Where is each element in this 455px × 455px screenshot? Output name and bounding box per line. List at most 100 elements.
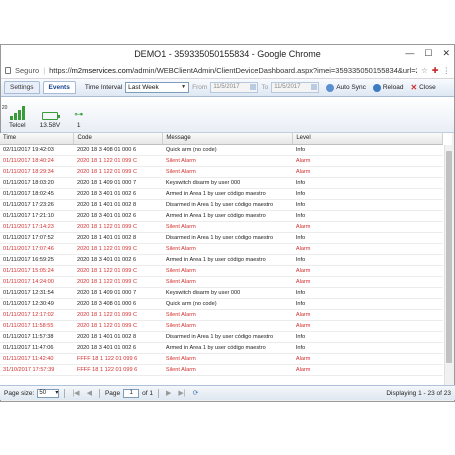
cell-code: 2020 18 3 401 01 002 6 [73,210,163,222]
table-row[interactable]: 01/11/2017 17:07:46 2020 18 1 122 01 099 … [0,243,443,255]
cell-code: FFFF 18 1 122 01 099 6 [73,353,163,365]
refresh-icon[interactable]: ⟳ [191,389,201,397]
cell-level: Info [292,298,443,310]
cell-code: 2020 18 3 408 01 000 6 [73,298,163,310]
window-title: DEMO1 - 359335050155834 - Google Chrome [134,49,321,59]
separator [64,388,66,398]
cell-code: 2020 18 1 401 01 002 8 [73,331,163,343]
reload-label: Reload [382,84,404,91]
calendar-icon[interactable] [250,84,257,90]
column-header-message[interactable]: Message [162,133,294,145]
vertical-scrollbar[interactable] [444,145,452,385]
close-window-button[interactable]: ✕ [442,48,450,59]
table-row[interactable]: 01/11/2017 11:57:38 2020 18 1 401 01 002 … [0,331,443,343]
table-row[interactable]: 01/11/2017 18:29:34 2020 18 1 122 01 099 … [0,166,443,178]
table-row[interactable]: 01/11/2017 17:07:52 2020 18 1 401 01 002 … [0,232,443,244]
cell-code: 2020 18 1 401 01 002 8 [73,199,163,211]
table-row[interactable]: 31/10/2017 17:57:39 FFFF 18 1 122 01 099 … [0,364,443,376]
cell-level: Alarm [292,155,443,167]
extension-icon[interactable]: ✚ [432,66,439,75]
to-date-field[interactable]: 11/5/2017 [271,82,320,93]
cell-message: Keyswitch disarm by user 000 [162,177,293,189]
chevron-down-icon: ▼ [181,84,187,90]
menu-icon[interactable]: ⋮ [443,66,451,75]
cell-time: 01/11/2017 17:07:46 [0,243,74,255]
page-number-input[interactable]: 1 [123,388,140,398]
time-interval-label: Time Interval [84,84,123,91]
cell-time: 01/11/2017 12:17:02 [0,309,74,321]
table-row[interactable]: 01/11/2017 12:31:54 2020 18 1 409 01 000 … [0,287,443,299]
table-row[interactable]: 01/11/2017 11:47:06 2020 18 3 401 01 002 … [0,342,443,354]
column-header-level[interactable]: Level [292,133,443,145]
cell-message: Quick arm (no code) [162,298,293,310]
from-label: From [192,84,208,91]
separator [98,388,100,398]
cell-message: Keyswitch disarm by user 000 [162,287,293,299]
column-header-code[interactable]: Code [73,133,164,145]
table-row[interactable]: 01/11/2017 18:02:45 2020 18 3 401 01 002 … [0,188,443,200]
table-row[interactable]: 01/11/2017 11:42:40 FFFF 18 1 122 01 099 … [0,353,443,365]
tab-events[interactable]: Events [42,81,76,94]
to-date-value: 11/5/2017 [274,84,301,90]
table-row[interactable]: 02/11/2017 19:42:03 2020 18 3 408 01 000 … [0,144,443,156]
first-page-icon[interactable]: |◀ [70,389,81,397]
cell-time: 01/11/2017 17:23:26 [0,199,74,211]
close-icon: ✕ [410,83,418,92]
displaying-text: Displaying 1 - 23 of 23 [386,389,451,397]
table-row[interactable]: 01/11/2017 15:05:24 2020 18 1 122 01 099 … [0,265,443,277]
page-of-label: of 1 [142,389,153,397]
cell-message: Quick arm (no code) [162,144,293,156]
reload-button[interactable]: Reload [372,83,404,92]
calendar-icon[interactable] [311,84,318,90]
cell-message: Armed in Area 1 by user código maestro [162,254,293,266]
cell-message: Silent Alarm [162,309,293,321]
table-row[interactable]: 01/11/2017 17:23:26 2020 18 1 401 01 002 … [0,199,443,211]
url-text[interactable]: https://m2mservices.com/admin/WEBClientA… [49,66,417,75]
table-row[interactable]: 01/11/2017 14:24:00 2020 18 1 122 01 099 … [0,276,443,288]
cell-code: 2020 18 1 122 01 099 C [73,320,163,332]
auto-sync-button[interactable]: Auto Sync [326,83,366,92]
cell-level: Info [292,287,443,299]
column-header-time[interactable]: Time [0,133,75,145]
battery-icon [41,112,60,120]
cell-code: 2020 18 3 401 01 002 6 [73,188,163,200]
signal-level: 20 [1,105,8,111]
cell-time: 01/11/2017 17:21:10 [0,210,74,222]
table-row[interactable]: 01/11/2017 18:40:24 2020 18 1 122 01 099 … [0,155,443,167]
cell-message: Silent Alarm [162,265,293,277]
table-row[interactable]: 01/11/2017 12:17:02 2020 18 1 122 01 099 … [0,309,443,321]
address-bar[interactable]: Seguro | https://m2mservices.com/admin/W… [1,63,454,79]
tab-settings[interactable]: Settings [4,81,40,94]
cell-time: 01/11/2017 17:07:52 [0,232,74,244]
close-button[interactable]: ✕ Close [410,83,435,92]
table-row[interactable]: 01/11/2017 11:58:55 2020 18 1 122 01 099 … [0,320,443,332]
from-date-field[interactable]: 11/5/2017 [210,82,259,93]
table-row[interactable]: 01/11/2017 12:30:49 2020 18 3 408 01 000 … [0,298,443,310]
cell-level: Info [292,210,443,222]
cell-time: 01/11/2017 11:58:55 [0,320,74,332]
scrollbar-thumb[interactable] [446,151,452,363]
cell-message: Armed in Area 1 by user código maestro [162,188,293,200]
cell-message: Silent Alarm [162,276,293,288]
maximize-button[interactable]: ☐ [424,48,432,59]
table-row[interactable]: 01/11/2017 18:03:20 2020 18 1 409 01 000 … [0,177,443,189]
page-size-select[interactable]: 50 [37,388,60,398]
time-interval-select[interactable]: Last Week ▼ [125,82,190,93]
prev-page-icon[interactable]: ◀ [85,389,94,397]
cell-code: 2020 18 3 401 01 002 6 [73,254,163,266]
table-header-row: Time Code Message Level [0,133,443,145]
cell-level: Alarm [292,243,443,255]
table-row[interactable]: 01/11/2017 17:14:23 2020 18 1 122 01 099 … [0,221,443,233]
close-label: Close [419,84,436,91]
cell-level: Info [292,342,443,354]
cell-time: 31/10/2017 17:57:39 [0,364,74,376]
table-row[interactable]: 01/11/2017 16:59:25 2020 18 3 401 01 002 … [0,254,443,266]
star-icon[interactable]: ☆ [421,66,428,75]
cell-level: Alarm [292,166,443,178]
last-page-icon[interactable]: ▶| [176,389,187,397]
cell-time: 01/11/2017 11:42:40 [0,353,74,365]
cell-code: 2020 18 1 122 01 099 C [73,265,163,277]
table-row[interactable]: 01/11/2017 17:21:10 2020 18 3 401 01 002 … [0,210,443,222]
minimize-button[interactable]: — [405,48,414,59]
next-page-icon[interactable]: ▶ [164,389,173,397]
